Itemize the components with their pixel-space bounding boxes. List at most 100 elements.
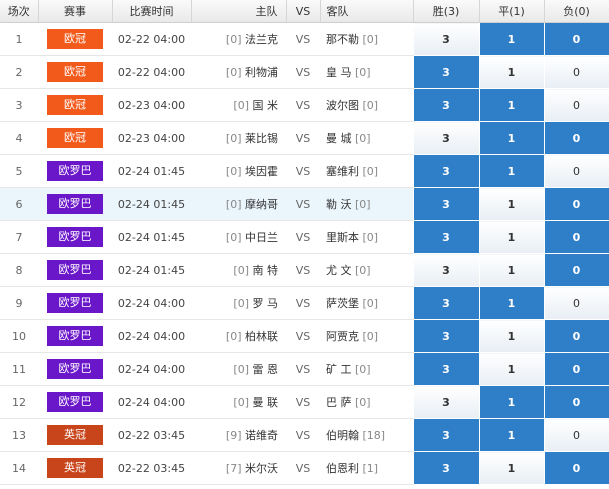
match-number: 7 bbox=[0, 220, 38, 254]
win-option[interactable]: 3 bbox=[412, 22, 480, 56]
loss-option[interactable]: 0 bbox=[543, 154, 609, 188]
league-badge[interactable]: 英冠 bbox=[47, 425, 103, 445]
loss-option[interactable]: 0 bbox=[543, 88, 609, 122]
win-option[interactable]: 3 bbox=[412, 385, 480, 419]
loss-option[interactable]: 0 bbox=[543, 385, 609, 419]
win-option[interactable]: 3 bbox=[412, 121, 480, 155]
home-team-name[interactable]: 诺维奇 bbox=[245, 429, 278, 442]
win-option[interactable]: 3 bbox=[412, 220, 480, 254]
home-team-name[interactable]: 莱比锡 bbox=[245, 132, 278, 145]
win-option[interactable]: 3 bbox=[412, 88, 480, 122]
draw-option[interactable]: 1 bbox=[478, 286, 545, 320]
league-badge[interactable]: 欧罗巴 bbox=[47, 293, 103, 313]
away-team-name[interactable]: 塞维利 bbox=[326, 165, 359, 178]
league-badge[interactable]: 欧罗巴 bbox=[47, 194, 103, 214]
win-option[interactable]: 3 bbox=[412, 451, 480, 485]
win-option[interactable]: 3 bbox=[412, 187, 480, 221]
draw-option[interactable]: 1 bbox=[478, 352, 545, 386]
win-option[interactable]: 3 bbox=[412, 319, 480, 353]
away-team-name[interactable]: 波尔图 bbox=[326, 99, 359, 112]
home-team-name[interactable]: 南 特 bbox=[253, 264, 279, 277]
loss-option[interactable]: 0 bbox=[543, 451, 609, 485]
league-badge[interactable]: 欧冠 bbox=[47, 62, 103, 82]
home-team-name[interactable]: 法兰克 bbox=[245, 33, 278, 46]
draw-option[interactable]: 1 bbox=[478, 220, 545, 254]
home-team-name[interactable]: 国 米 bbox=[253, 99, 279, 112]
win-option[interactable]: 3 bbox=[412, 154, 480, 188]
away-team-cell: 尤 文 [0] bbox=[320, 253, 413, 287]
away-team-name[interactable]: 巴 萨 bbox=[326, 396, 352, 409]
league-cell: 欧冠 bbox=[38, 88, 112, 122]
loss-option[interactable]: 0 bbox=[543, 319, 609, 353]
league-badge[interactable]: 欧冠 bbox=[47, 95, 103, 115]
draw-option[interactable]: 1 bbox=[478, 154, 545, 188]
away-team-name[interactable]: 尤 文 bbox=[326, 264, 352, 277]
away-team-name[interactable]: 阿贾克 bbox=[326, 330, 359, 343]
away-team-name[interactable]: 萨茨堡 bbox=[326, 297, 359, 310]
home-team-name[interactable]: 罗 马 bbox=[253, 297, 279, 310]
home-team-name[interactable]: 雷 恩 bbox=[253, 363, 279, 376]
home-team-name[interactable]: 利物浦 bbox=[245, 66, 278, 79]
league-badge[interactable]: 欧罗巴 bbox=[47, 161, 103, 181]
home-team-name[interactable]: 中日兰 bbox=[245, 231, 278, 244]
draw-option[interactable]: 1 bbox=[478, 187, 545, 221]
away-team-cell: 皇 马 [0] bbox=[320, 55, 413, 89]
away-team-name[interactable]: 曼 城 bbox=[326, 132, 352, 145]
home-team-name[interactable]: 米尔沃 bbox=[245, 462, 278, 475]
win-option[interactable]: 3 bbox=[412, 418, 480, 452]
away-team-name[interactable]: 里斯本 bbox=[326, 231, 359, 244]
draw-option[interactable]: 1 bbox=[478, 385, 545, 419]
home-team-cell: [7] 米尔沃 bbox=[191, 451, 286, 485]
match-time: 02-24 01:45 bbox=[112, 253, 191, 287]
away-team-name[interactable]: 矿 工 bbox=[326, 363, 352, 376]
league-badge[interactable]: 欧冠 bbox=[47, 128, 103, 148]
draw-option[interactable]: 1 bbox=[478, 121, 545, 155]
home-team-name[interactable]: 埃因霍 bbox=[245, 165, 278, 178]
home-team-rank: [0] bbox=[225, 33, 242, 46]
away-team-name[interactable]: 皇 马 bbox=[326, 66, 352, 79]
home-team-name[interactable]: 柏林联 bbox=[245, 330, 278, 343]
win-option[interactable]: 3 bbox=[412, 286, 480, 320]
league-badge[interactable]: 欧罗巴 bbox=[47, 227, 103, 247]
table-body: 1 欧冠 02-22 04:00 [0] 法兰克 VS 那不勒 [0] 3 1 … bbox=[0, 22, 609, 485]
loss-option[interactable]: 0 bbox=[543, 187, 609, 221]
loss-option[interactable]: 0 bbox=[543, 352, 609, 386]
away-team-name[interactable]: 伯明翰 bbox=[326, 429, 359, 442]
league-badge[interactable]: 英冠 bbox=[47, 458, 103, 478]
draw-option[interactable]: 1 bbox=[478, 88, 545, 122]
away-team-name[interactable]: 勒 沃 bbox=[326, 198, 352, 211]
match-row: 2 欧冠 02-22 04:00 [0] 利物浦 VS 皇 马 [0] 3 1 … bbox=[0, 55, 609, 89]
loss-option[interactable]: 0 bbox=[543, 418, 609, 452]
loss-option[interactable]: 0 bbox=[543, 220, 609, 254]
draw-option[interactable]: 1 bbox=[478, 55, 545, 89]
vs-label: VS bbox=[286, 451, 320, 485]
away-team-rank: [0] bbox=[362, 297, 379, 310]
draw-option[interactable]: 1 bbox=[478, 418, 545, 452]
league-cell: 欧冠 bbox=[38, 121, 112, 155]
match-row: 7 欧罗巴 02-24 01:45 [0] 中日兰 VS 里斯本 [0] 3 1… bbox=[0, 220, 609, 254]
league-badge[interactable]: 欧冠 bbox=[47, 29, 103, 49]
loss-option[interactable]: 0 bbox=[543, 286, 609, 320]
league-badge[interactable]: 欧罗巴 bbox=[47, 392, 103, 412]
home-team-name[interactable]: 曼 联 bbox=[253, 396, 279, 409]
draw-option[interactable]: 1 bbox=[478, 22, 545, 56]
header-draw: 平(1) bbox=[479, 0, 545, 23]
away-team-rank: [0] bbox=[362, 231, 379, 244]
away-team-name[interactable]: 伯恩利 bbox=[326, 462, 359, 475]
loss-option[interactable]: 0 bbox=[543, 121, 609, 155]
away-team-name[interactable]: 那不勒 bbox=[326, 33, 359, 46]
league-badge[interactable]: 欧罗巴 bbox=[47, 260, 103, 280]
draw-option[interactable]: 1 bbox=[478, 319, 545, 353]
away-team-rank: [0] bbox=[355, 132, 371, 145]
win-option[interactable]: 3 bbox=[412, 253, 480, 287]
league-badge[interactable]: 欧罗巴 bbox=[47, 359, 103, 379]
loss-option[interactable]: 0 bbox=[543, 253, 609, 287]
league-badge[interactable]: 欧罗巴 bbox=[47, 326, 103, 346]
home-team-name[interactable]: 摩纳哥 bbox=[245, 198, 278, 211]
loss-option[interactable]: 0 bbox=[543, 22, 609, 56]
win-option[interactable]: 3 bbox=[412, 352, 480, 386]
draw-option[interactable]: 1 bbox=[478, 451, 545, 485]
draw-option[interactable]: 1 bbox=[478, 253, 545, 287]
win-option[interactable]: 3 bbox=[412, 55, 480, 89]
loss-option[interactable]: 0 bbox=[543, 55, 609, 89]
